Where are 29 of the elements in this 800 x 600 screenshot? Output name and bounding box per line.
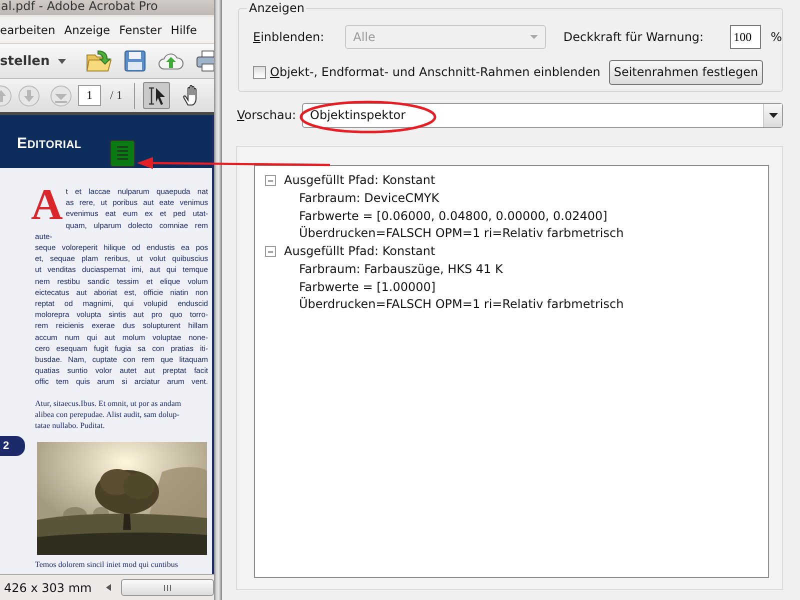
tree-item[interactable]: Ausgefüllt Pfad: Konstant (284, 242, 436, 260)
tree-item[interactable]: Farbraum: Farbauszüge, HKS 41 K (299, 260, 503, 278)
page-dimensions: 426 x 303 mm (4, 580, 92, 594)
tree-item[interactable]: Farbwerte = [0.06000, 0.04800, 0.00000, 0.02400] (299, 206, 608, 225)
section-heading: EDITORIAL (17, 135, 82, 152)
window-title: al.pdf - Adobe Acrobat Pro (0, 0, 214, 15)
article-paragraph: Atur, sitaecus.Ibus. Et omnit, ut por as andam alibea con perepudae. Alist audit, sam dolup- tatae nullabo. Puditat. (35, 398, 182, 431)
page-number-field[interactable]: 1 (78, 85, 101, 106)
menu-item[interactable]: Hilfe (170, 23, 197, 37)
preview-dropdown[interactable]: Objektinspektor (302, 102, 783, 128)
show-label: Einblenden: (253, 30, 324, 44)
tree-item[interactable]: Überdrucken=FALSCH OPM=1 ri=Relativ farbmetrisch (299, 295, 624, 314)
opacity-field[interactable]: 100 (730, 25, 761, 49)
menu-item[interactable]: earbeiten (0, 23, 56, 37)
tree-item[interactable]: Farbraum: DeviceCMYK (299, 189, 440, 208)
tree-item[interactable]: Farbwerte = [1.00000] (299, 278, 436, 296)
menu-item[interactable]: Anzeige (64, 23, 110, 37)
article-text: Temos dolorem sincil iniet mod qui cuntibus (35, 560, 179, 569)
tree-item[interactable]: Ausgefüllt Pfad: Konstant (284, 171, 436, 190)
tree-item[interactable]: Überdrucken=FALSCH OPM=1 ri=Relativ farbmetrisch (299, 224, 624, 242)
menu-item[interactable]: Fenster (119, 23, 162, 37)
preview-label: Vorschau: (237, 108, 296, 122)
page-count: / 1 (110, 88, 122, 103)
percent-sign: % (770, 30, 782, 44)
create-button[interactable]: stellen (0, 54, 66, 68)
group-title: Anzeigen (247, 3, 306, 14)
page-frames-button[interactable]: Seitenrahmen festlegen (609, 60, 763, 84)
opacity-label: Deckkraft für Warnung: (563, 30, 704, 44)
checkbox-label: Objekt-, Endformat- und Anschnitt-Rahmen einblenden (270, 65, 600, 79)
